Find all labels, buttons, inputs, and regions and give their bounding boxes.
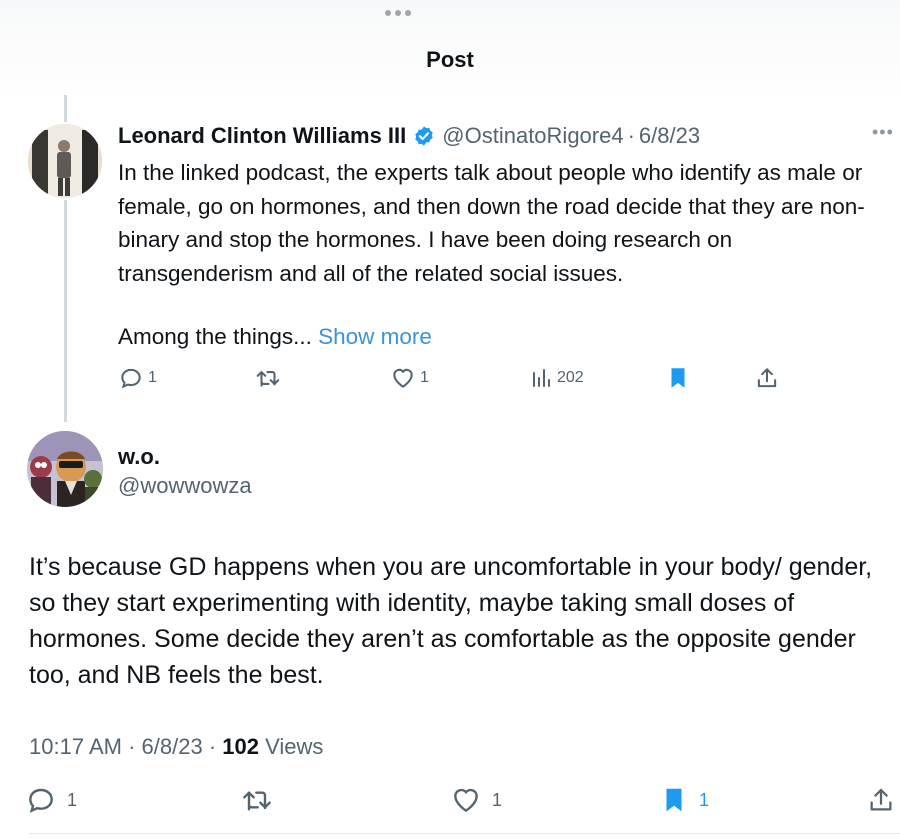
reply-icon (121, 368, 141, 389)
thread-line-top (64, 95, 67, 122)
views-label[interactable]: Views (265, 734, 323, 759)
page-title: Post (426, 47, 474, 72)
sheet-grabber[interactable] (382, 6, 414, 20)
divider (29, 833, 900, 834)
reply-actions: 1 1 1 (0, 783, 900, 819)
post-date[interactable]: 6/8/23 (639, 123, 700, 149)
share-icon (757, 368, 777, 388)
thread-line (64, 200, 67, 422)
post-header: Post (0, 0, 900, 100)
reply-handle[interactable]: @wowwowza (118, 473, 252, 499)
retweet-icon (256, 371, 280, 387)
reply-display-name[interactable]: w.o. (118, 444, 160, 470)
retweet-button[interactable] (254, 365, 282, 391)
retweet-icon (243, 791, 271, 811)
avatar[interactable] (27, 431, 103, 507)
like-count: 1 (420, 369, 429, 386)
views-button[interactable]: 202 (529, 365, 584, 391)
avatar[interactable] (28, 124, 102, 198)
truncated-text: Among the things... (118, 324, 312, 349)
meta-separator: · (128, 734, 136, 759)
display-name[interactable]: Leonard Clinton Williams III (118, 123, 406, 149)
retweet-button[interactable] (240, 784, 274, 816)
post-text: In the linked podcast, the experts talk … (118, 160, 865, 286)
reply-button[interactable]: 1 (25, 784, 77, 816)
like-icon (454, 788, 478, 813)
reply-meta: 10:17 AM · 6/8/23 · 102 Views (29, 734, 323, 760)
views-icon (533, 369, 550, 387)
share-button[interactable] (754, 364, 780, 392)
avatar-image (28, 124, 102, 198)
reply-time: 10:17 AM (29, 734, 122, 759)
bookmark-button[interactable] (665, 364, 691, 392)
reply-count: 1 (67, 789, 78, 810)
views-count[interactable]: 102 (222, 734, 259, 759)
avatar-image (27, 431, 103, 507)
bookmark-icon (666, 788, 682, 812)
view-count: 202 (557, 369, 584, 386)
reply-button[interactable]: 1 (118, 365, 157, 391)
bookmark-button[interactable]: 1 (659, 783, 709, 817)
verified-badge-icon (415, 126, 433, 146)
post-author-row: Leonard Clinton Williams III @OstinatoRi… (118, 121, 700, 151)
like-count: 1 (492, 789, 503, 810)
like-icon (393, 368, 413, 388)
post-actions: 1 1 202 (118, 364, 798, 392)
bookmark-icon (671, 368, 685, 388)
show-more-link[interactable]: Show more (318, 324, 432, 349)
handle[interactable]: @OstinatoRigore4 (442, 123, 623, 149)
bookmark-count: 1 (699, 789, 710, 810)
separator: · (627, 123, 635, 148)
meta-separator: · (208, 734, 217, 759)
like-button[interactable]: 1 (450, 784, 502, 816)
reply-text: It’s because GD happens when you are unc… (29, 553, 873, 689)
post-text-truncated: Among the things... Show more (118, 322, 432, 352)
like-button[interactable]: 1 (390, 365, 429, 391)
reply-icon (29, 788, 53, 813)
share-button[interactable] (866, 783, 896, 817)
share-icon (870, 788, 892, 811)
reply-date: 6/8/23 (141, 734, 203, 759)
more-icon[interactable]: ••• (872, 122, 894, 143)
reply-count: 1 (148, 369, 157, 386)
